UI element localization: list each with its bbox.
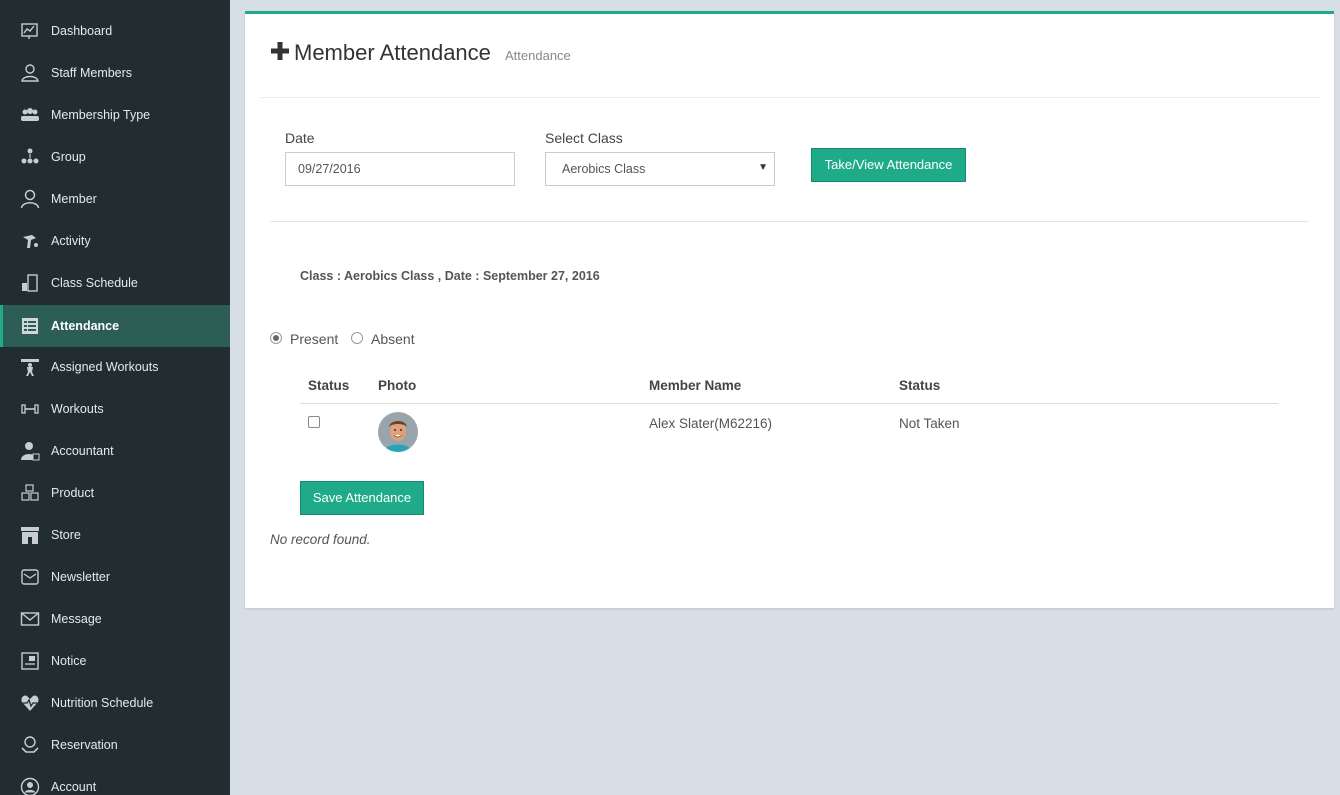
present-radio[interactable] xyxy=(270,332,282,344)
sidebar-item-label: Class Schedule xyxy=(51,276,138,290)
class-select-value: Aerobics Class xyxy=(562,162,646,176)
class-info-text: Class : Aerobics Class , Date : Septembe… xyxy=(300,269,600,283)
attendance-icon xyxy=(20,316,40,336)
sidebar-item-label: Workouts xyxy=(51,402,104,416)
sidebar-item-label: Assigned Workouts xyxy=(51,360,159,374)
sidebar-item-label: Attendance xyxy=(51,319,120,333)
assigned-workouts-icon xyxy=(20,357,40,377)
column-header-photo: Photo xyxy=(378,378,417,393)
sidebar-item-label: Group xyxy=(51,150,86,164)
sidebar-item-label: Reservation xyxy=(51,738,118,752)
date-label: Date xyxy=(285,130,315,146)
sidebar-item-workouts[interactable]: Workouts xyxy=(0,388,230,430)
class-schedule-icon xyxy=(20,273,40,293)
column-header-status: Status xyxy=(308,378,350,393)
store-icon xyxy=(20,525,40,545)
activity-icon xyxy=(20,231,40,251)
dashboard-icon xyxy=(20,21,40,41)
sidebar-item-label: Activity xyxy=(51,234,91,248)
sidebar-item-label: Product xyxy=(51,486,95,500)
sidebar-item-member[interactable]: Member xyxy=(0,178,230,220)
nutrition-schedule-icon xyxy=(20,693,40,713)
sidebar-item-label: Membership Type xyxy=(51,108,151,122)
absent-label: Absent xyxy=(371,331,415,347)
attendance-panel: Member Attendance Attendance Date Select… xyxy=(245,11,1334,608)
sidebar-item-label: Newsletter xyxy=(51,570,111,584)
status-cell: Not Taken xyxy=(899,416,960,431)
group-icon xyxy=(20,147,40,167)
account-icon xyxy=(20,777,40,795)
column-header-status-2: Status xyxy=(899,378,941,393)
sidebar-item-label: Nutrition Schedule xyxy=(51,696,154,710)
take-view-attendance-button[interactable]: Take/View Attendance xyxy=(811,148,966,182)
absent-radio[interactable] xyxy=(351,332,363,344)
present-label: Present xyxy=(290,331,339,347)
column-header-member-name: Member Name xyxy=(649,378,742,393)
reservation-icon xyxy=(20,735,40,755)
message-icon xyxy=(20,609,40,629)
sidebar-item-label: Message xyxy=(51,612,102,626)
sidebar-item-class-schedule[interactable]: Class Schedule xyxy=(0,262,230,304)
workouts-icon xyxy=(20,399,40,419)
chevron-down-icon: ▼ xyxy=(758,162,768,173)
sidebar-item-label: Notice xyxy=(51,654,87,668)
sidebar-item-dashboard[interactable]: Dashboard xyxy=(0,10,230,52)
sidebar-item-newsletter[interactable]: Newsletter xyxy=(0,556,230,598)
sidebar-item-membership-type[interactable]: Membership Type xyxy=(0,94,230,136)
class-select[interactable]: Aerobics Class ▼ xyxy=(545,152,775,186)
sidebar-item-label: Member xyxy=(51,192,97,206)
sidebar-item-reservation[interactable]: Reservation xyxy=(0,724,230,766)
sidebar: Dashboard Staff Members Membership Type … xyxy=(0,0,230,795)
accountant-icon xyxy=(20,441,40,461)
sidebar-item-label: Account xyxy=(51,780,97,794)
sidebar-item-label: Store xyxy=(51,528,81,542)
row-attendance-checkbox[interactable] xyxy=(308,416,320,428)
page-subtitle: Attendance xyxy=(505,48,571,63)
sidebar-item-notice[interactable]: Notice xyxy=(0,640,230,682)
sidebar-item-product[interactable]: Product xyxy=(0,472,230,514)
sidebar-item-assigned-workouts[interactable]: Assigned Workouts xyxy=(0,346,230,388)
select-class-label: Select Class xyxy=(545,130,623,146)
membership-type-icon xyxy=(20,105,40,125)
sidebar-item-accountant[interactable]: Accountant xyxy=(0,430,230,472)
sidebar-item-group[interactable]: Group xyxy=(0,136,230,178)
member-name-cell: Alex Slater(M62216) xyxy=(649,416,773,431)
sidebar-item-staff-members[interactable]: Staff Members xyxy=(0,52,230,94)
sidebar-item-message[interactable]: Message xyxy=(0,598,230,640)
member-icon xyxy=(20,189,40,209)
table-header-divider xyxy=(300,403,1278,404)
sidebar-item-label: Staff Members xyxy=(51,66,133,80)
sidebar-item-label: Dashboard xyxy=(51,24,113,38)
page-title: Member Attendance xyxy=(294,40,491,65)
plus-icon xyxy=(270,41,290,61)
sidebar-item-store[interactable]: Store xyxy=(0,514,230,556)
sidebar-item-nutrition-schedule[interactable]: Nutrition Schedule xyxy=(0,682,230,724)
notice-icon xyxy=(20,651,40,671)
sidebar-item-activity[interactable]: Activity xyxy=(0,220,230,262)
form-divider xyxy=(270,221,1308,222)
sidebar-item-attendance[interactable]: Attendance xyxy=(0,305,230,347)
staff-members-icon xyxy=(20,63,40,83)
newsletter-icon xyxy=(20,567,40,587)
sidebar-item-label: Accountant xyxy=(51,444,114,458)
save-attendance-button[interactable]: Save Attendance xyxy=(300,481,424,515)
avatar xyxy=(378,412,418,452)
product-icon xyxy=(20,483,40,503)
date-input[interactable] xyxy=(285,152,515,186)
no-record-text: No record found. xyxy=(270,532,371,547)
sidebar-item-account[interactable]: Account xyxy=(0,766,230,795)
